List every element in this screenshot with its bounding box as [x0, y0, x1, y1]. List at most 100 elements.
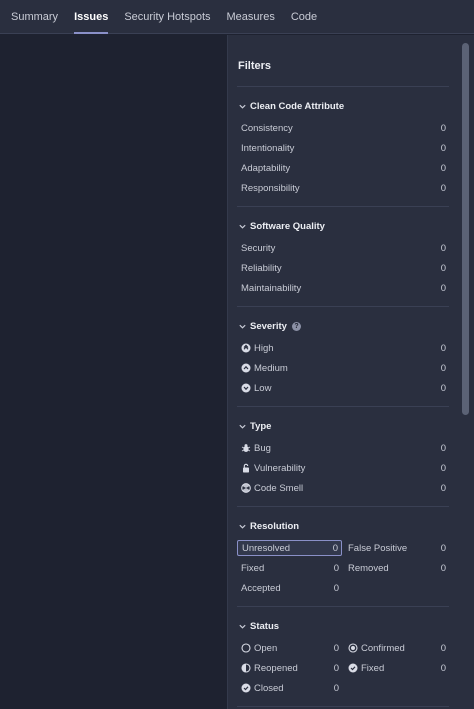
- filter-count: 0: [440, 642, 446, 654]
- issues-list-pane: [0, 35, 227, 709]
- section-title: Clean Code Attribute: [250, 101, 345, 112]
- filter-type-vulnerability[interactable]: Vulnerability 0: [237, 460, 449, 476]
- severity-high-icon: [241, 343, 251, 353]
- scrollbar-thumb[interactable]: [462, 43, 469, 415]
- help-icon[interactable]: ?: [291, 322, 301, 331]
- filter-label: Fixed: [241, 562, 265, 574]
- filter-count: 0: [440, 142, 446, 154]
- filter-status-closed[interactable]: Closed 0: [237, 680, 342, 696]
- tab-code[interactable]: Code: [291, 0, 317, 34]
- filter-label: Consistency: [241, 122, 293, 134]
- code-smell-icon: [241, 483, 251, 493]
- filter-type-bug[interactable]: Bug 0: [237, 440, 449, 456]
- filter-maintainability[interactable]: Maintainability 0: [237, 280, 449, 296]
- filter-count: 0: [440, 542, 446, 554]
- bug-icon: [241, 444, 251, 452]
- filter-label: Unresolved: [242, 542, 291, 554]
- filter-count: 0: [440, 242, 446, 254]
- filter-label: Reopened: [254, 662, 298, 674]
- filter-resolution-fixed[interactable]: Fixed 0: [237, 560, 342, 576]
- section-type[interactable]: Type: [238, 421, 271, 432]
- filters-panel: Filters Clean Code Attribute Consistency…: [227, 35, 461, 709]
- divider: [237, 206, 449, 207]
- filters-scrollbar[interactable]: [461, 35, 474, 709]
- filter-label: Open: [254, 642, 278, 654]
- filter-severity-medium[interactable]: Medium 0: [237, 360, 449, 376]
- filter-count: 0: [333, 562, 339, 574]
- filter-severity-high[interactable]: High 0: [237, 340, 449, 356]
- filter-label: Intentionality: [241, 142, 295, 154]
- section-status[interactable]: Status: [238, 621, 279, 632]
- filter-count: 0: [333, 662, 339, 674]
- filter-responsibility[interactable]: Responsibility 0: [237, 180, 449, 196]
- status-closed-icon: [241, 683, 251, 693]
- tab-issues[interactable]: Issues: [74, 0, 109, 34]
- section-title: Severity: [250, 321, 287, 332]
- filter-resolution-removed[interactable]: Removed 0: [344, 560, 449, 576]
- filter-label: Removed: [348, 562, 389, 574]
- filter-count: 0: [440, 282, 446, 294]
- filter-consistency[interactable]: Consistency 0: [237, 120, 449, 136]
- top-nav: Summary Issues Security Hotspots Measure…: [0, 0, 474, 34]
- chevron-down-icon: [239, 624, 246, 629]
- filter-label: False Positive: [348, 542, 408, 554]
- divider: [237, 306, 449, 307]
- filter-label: Medium: [254, 362, 288, 374]
- filter-count: 0: [333, 582, 339, 594]
- filter-count: 0: [333, 642, 339, 654]
- filter-label: Responsibility: [241, 182, 300, 194]
- divider: [237, 86, 449, 87]
- section-title: Software Quality: [250, 221, 325, 232]
- filter-count: 0: [440, 122, 446, 134]
- status-fixed-icon: [348, 663, 358, 673]
- filter-count: 0: [440, 262, 446, 274]
- section-severity[interactable]: Severity ?: [238, 321, 301, 332]
- chevron-down-icon: [239, 324, 246, 329]
- filter-status-fixed[interactable]: Fixed 0: [344, 660, 449, 676]
- chevron-down-icon: [239, 104, 246, 109]
- tab-security-hotspots[interactable]: Security Hotspots: [124, 0, 210, 34]
- filter-resolution-false-positive[interactable]: False Positive 0: [344, 540, 449, 556]
- filters-title: Filters: [238, 60, 272, 72]
- filter-label: Reliability: [241, 262, 282, 274]
- chevron-down-icon: [239, 524, 246, 529]
- tab-measures[interactable]: Measures: [227, 0, 275, 34]
- divider: [237, 706, 449, 707]
- filter-label: Security: [241, 242, 276, 254]
- filter-status-open[interactable]: Open 0: [237, 640, 342, 656]
- filter-count: 0: [440, 382, 446, 394]
- filter-label: Fixed: [361, 662, 385, 674]
- filter-label: Low: [254, 382, 272, 394]
- filter-label: Adaptability: [241, 162, 291, 174]
- filter-intentionality[interactable]: Intentionality 0: [237, 140, 449, 156]
- filter-status-reopened[interactable]: Reopened 0: [237, 660, 342, 676]
- filter-label: Vulnerability: [254, 462, 306, 474]
- filter-label: Bug: [254, 442, 271, 454]
- filter-resolution-accepted[interactable]: Accepted 0: [237, 580, 342, 596]
- section-resolution[interactable]: Resolution: [238, 521, 299, 532]
- status-confirmed-icon: [348, 643, 358, 653]
- section-clean-code-attribute[interactable]: Clean Code Attribute: [238, 101, 344, 112]
- filter-reliability[interactable]: Reliability 0: [237, 260, 449, 276]
- filter-label: Code Smell: [254, 482, 304, 494]
- filter-resolution-unresolved[interactable]: Unresolved 0: [237, 540, 342, 556]
- filter-label: Maintainability: [241, 282, 302, 294]
- divider: [237, 606, 449, 607]
- tab-summary[interactable]: Summary: [11, 0, 58, 34]
- filter-label: Accepted: [241, 582, 281, 594]
- filter-security[interactable]: Security 0: [237, 240, 449, 256]
- section-software-quality[interactable]: Software Quality: [238, 221, 325, 232]
- filter-count: 0: [440, 562, 446, 574]
- filter-type-code-smell[interactable]: Code Smell 0: [237, 480, 449, 496]
- filter-adaptability[interactable]: Adaptability 0: [237, 160, 449, 176]
- filter-status-confirmed[interactable]: Confirmed 0: [344, 640, 449, 656]
- section-title: Type: [250, 421, 272, 432]
- lock-icon: [243, 463, 249, 473]
- status-open-icon: [241, 643, 251, 653]
- filter-count: 0: [440, 662, 446, 674]
- divider: [237, 406, 449, 407]
- filter-count: 0: [440, 182, 446, 194]
- filter-count: 0: [440, 342, 446, 354]
- filter-severity-low[interactable]: Low 0: [237, 380, 449, 396]
- filter-count: 0: [440, 362, 446, 374]
